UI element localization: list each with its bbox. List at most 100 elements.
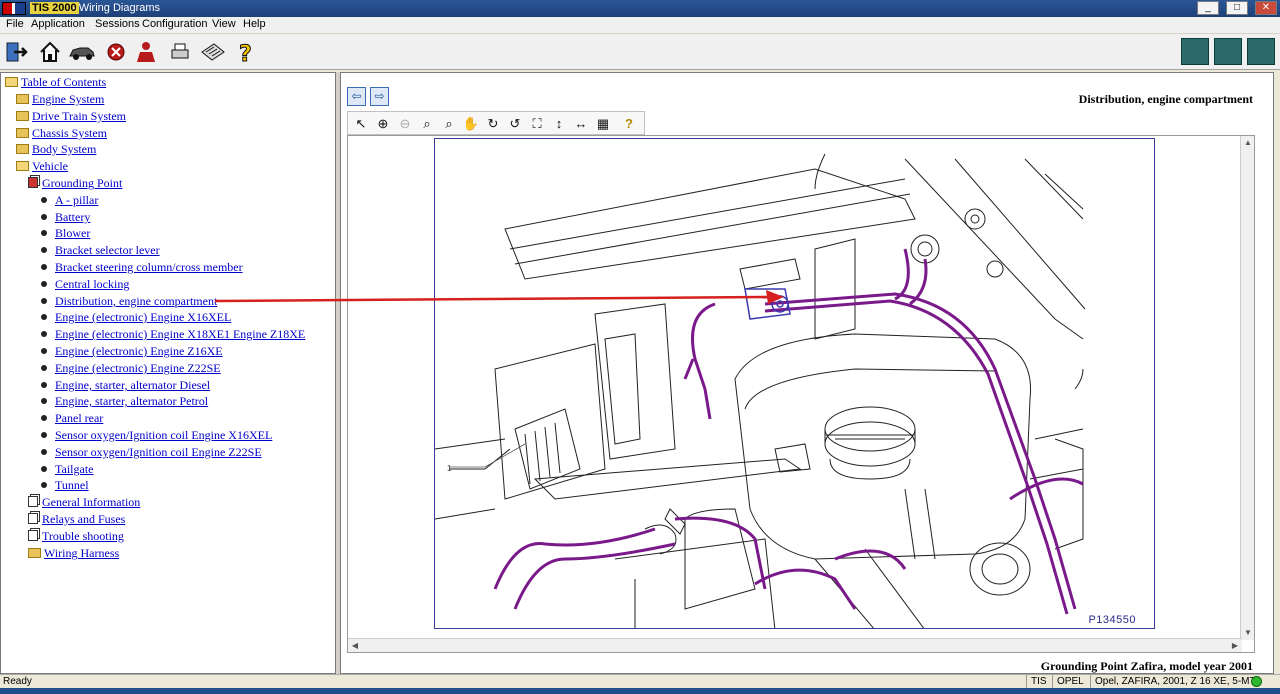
tree-item-vehicle[interactable]: Vehicle: [16, 159, 68, 175]
menu-sessions[interactable]: Sessions: [95, 18, 140, 30]
user-icon[interactable]: [134, 40, 158, 64]
module3-icon[interactable]: [1247, 38, 1275, 65]
tree-leaf-label[interactable]: Blower: [55, 226, 90, 240]
tree-leaf[interactable]: Battery: [41, 210, 90, 226]
tree-leaf-label[interactable]: A - pillar: [55, 193, 98, 207]
tree-leaf[interactable]: Sensor oxygen/Ignition coil Engine Z22SE: [41, 445, 262, 461]
tree-item-label[interactable]: Body System: [32, 142, 96, 156]
print-icon[interactable]: [168, 40, 192, 64]
tree-item-label[interactable]: General Information: [42, 495, 140, 509]
tree-leaf-label[interactable]: Engine, starter, alternator Petrol: [55, 394, 208, 408]
tree-item-chassis-system[interactable]: Chassis System: [16, 126, 107, 142]
tree-item-grounding-point[interactable]: Grounding Point: [28, 176, 122, 192]
select-tool-icon[interactable]: ↖: [352, 115, 370, 133]
tree-leaf[interactable]: A - pillar: [41, 193, 98, 209]
tree-root[interactable]: Table of Contents: [5, 75, 106, 91]
notepad-icon[interactable]: [200, 40, 226, 64]
menu-file[interactable]: File: [6, 18, 24, 30]
tree-leaf[interactable]: Engine, starter, alternator Diesel: [41, 378, 210, 394]
tree-leaf[interactable]: Engine (electronic) Engine Z16XE: [41, 344, 223, 360]
tree-item-label[interactable]: Relays and Fuses: [42, 512, 125, 526]
fit-width-icon[interactable]: ↔: [572, 115, 590, 133]
tree-item-engine-system[interactable]: Engine System: [16, 92, 104, 108]
tree-item-label[interactable]: Trouble shooting: [42, 529, 124, 543]
exit-icon[interactable]: [4, 40, 28, 64]
viewer-help-icon[interactable]: ?: [620, 115, 638, 133]
scroll-right-icon[interactable]: ▶: [1228, 639, 1242, 652]
minimize-button[interactable]: _: [1197, 1, 1219, 15]
stop-icon[interactable]: [104, 40, 128, 64]
tree-leaf[interactable]: Bracket steering column/cross member: [41, 260, 243, 276]
tree-leaf-label[interactable]: Sensor oxygen/Ignition coil Engine X16XE…: [55, 428, 272, 442]
tree-item-label[interactable]: Grounding Point: [42, 176, 122, 190]
tree-leaf-label[interactable]: Central locking: [55, 277, 129, 291]
pan-icon[interactable]: ✋: [462, 115, 480, 133]
tree-item-trouble-shooting[interactable]: Trouble shooting: [28, 529, 124, 545]
scroll-up-icon[interactable]: ▲: [1241, 136, 1254, 150]
tree-item-general-information[interactable]: General Information: [28, 495, 140, 511]
rotate-ccw-icon[interactable]: ↺: [506, 115, 524, 133]
tree-item-label[interactable]: Drive Train System: [32, 109, 126, 123]
help-icon[interactable]: ?: [234, 40, 258, 65]
zoom-fit-icon[interactable]: ⌕: [418, 115, 436, 133]
zoom-in-icon[interactable]: ⊕: [374, 115, 392, 133]
fit-page-icon[interactable]: ⛶: [528, 115, 546, 133]
tree-leaf[interactable]: Engine, starter, alternator Petrol: [41, 394, 208, 410]
maximize-button[interactable]: □: [1226, 1, 1248, 15]
tree-leaf[interactable]: Engine (electronic) Engine X18XE1 Engine…: [41, 327, 305, 343]
tree-item-label[interactable]: Wiring Harness: [44, 546, 119, 560]
tree-leaf-label[interactable]: Distribution, engine compartment: [55, 294, 217, 308]
module-icon[interactable]: [1181, 38, 1209, 65]
tree-leaf[interactable]: Panel rear: [41, 411, 103, 427]
tree-item-label[interactable]: Chassis System: [32, 126, 107, 140]
home-icon[interactable]: [38, 40, 62, 64]
menu-help[interactable]: Help: [243, 18, 266, 30]
settings-icon[interactable]: ▦: [594, 115, 612, 133]
module2-icon[interactable]: [1214, 38, 1242, 65]
vertical-scrollbar[interactable]: ▲ ▼: [1240, 136, 1254, 640]
back-button[interactable]: ⇦: [347, 87, 366, 106]
tree-item-drive-train-system[interactable]: Drive Train System: [16, 109, 126, 125]
tree-leaf-label[interactable]: Sensor oxygen/Ignition coil Engine Z22SE: [55, 445, 262, 459]
tree-leaf-label[interactable]: Engine (electronic) Engine Z16XE: [55, 344, 223, 358]
fit-height-icon[interactable]: ↕: [550, 115, 568, 133]
forward-button[interactable]: ⇨: [370, 87, 389, 106]
tree-leaf[interactable]: Tunnel: [41, 478, 89, 494]
close-button[interactable]: ✕: [1255, 1, 1277, 15]
tree-leaf-label[interactable]: Engine (electronic) Engine X18XE1 Engine…: [55, 327, 305, 341]
zoom-out-icon[interactable]: ⊖: [396, 115, 414, 133]
tree-item-body-system[interactable]: Body System: [16, 142, 96, 158]
scroll-left-icon[interactable]: ◀: [348, 639, 362, 652]
menu-configuration[interactable]: Configuration: [142, 18, 207, 30]
tree-leaf-label[interactable]: Bracket selector lever: [55, 243, 160, 257]
menu-application[interactable]: Application: [31, 18, 85, 30]
tree-leaf[interactable]: Sensor oxygen/Ignition coil Engine X16XE…: [41, 428, 272, 444]
tree-leaf-label[interactable]: Engine, starter, alternator Diesel: [55, 378, 210, 392]
rotate-cw-icon[interactable]: ↻: [484, 115, 502, 133]
tree-leaf-selected[interactable]: Distribution, engine compartment: [41, 294, 217, 310]
tree-leaf-label[interactable]: Tunnel: [55, 478, 89, 492]
tree-leaf[interactable]: Central locking: [41, 277, 129, 293]
menu-view[interactable]: View: [212, 18, 236, 30]
tree-leaf-label[interactable]: Bracket steering column/cross member: [55, 260, 243, 274]
tree-leaf-label[interactable]: Battery: [55, 210, 90, 224]
scroll-down-icon[interactable]: ▼: [1241, 626, 1254, 640]
tree-leaf-label[interactable]: Engine (electronic) Engine X16XEL: [55, 310, 231, 324]
horizontal-scrollbar[interactable]: ◀ ▶: [348, 638, 1242, 652]
tree-leaf-label[interactable]: Panel rear: [55, 411, 103, 425]
tree-item-label[interactable]: Engine System: [32, 92, 104, 106]
tree-item-label[interactable]: Vehicle: [32, 159, 68, 173]
tree-item-relays-and-fuses[interactable]: Relays and Fuses: [28, 512, 125, 528]
tree-leaf-label[interactable]: Tailgate: [55, 462, 93, 476]
tree-leaf-label[interactable]: Engine (electronic) Engine Z22SE: [55, 361, 221, 375]
tree-item-wiring-harness[interactable]: Wiring Harness: [28, 546, 119, 562]
tree-leaf[interactable]: Engine (electronic) Engine X16XEL: [41, 310, 231, 326]
tree-leaf[interactable]: Engine (electronic) Engine Z22SE: [41, 361, 221, 377]
tree-leaf[interactable]: Bracket selector lever: [41, 243, 160, 259]
tree-root-label[interactable]: Table of Contents: [21, 75, 106, 89]
diagram-viewer[interactable]: 1 P134550 ▲ ▼ ◀ ▶: [347, 135, 1255, 653]
vehicle-icon[interactable]: [68, 40, 96, 64]
tree-leaf[interactable]: Tailgate: [41, 462, 93, 478]
tree-leaf[interactable]: Blower: [41, 226, 90, 242]
zoom-window-icon[interactable]: ⌕: [440, 115, 458, 133]
